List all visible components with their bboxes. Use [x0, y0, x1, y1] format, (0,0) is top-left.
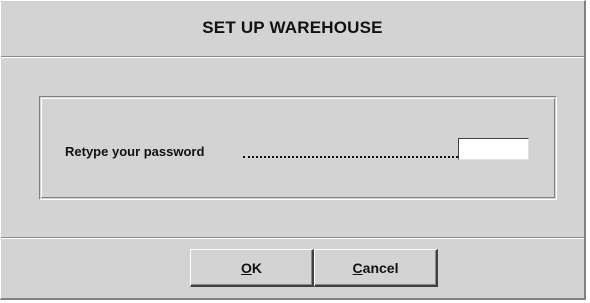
title-divider — [1, 56, 584, 58]
ok-button-label-rest: K — [251, 259, 262, 276]
dotted-leader — [243, 156, 458, 158]
cancel-button-mnemonic: C — [352, 259, 363, 276]
ok-button[interactable]: OK — [190, 249, 314, 287]
cancel-button-label-rest: ancel — [362, 259, 399, 276]
setup-warehouse-dialog: SET UP WAREHOUSE Retype your password OK… — [0, 0, 586, 300]
button-divider — [1, 237, 584, 239]
password-field[interactable] — [458, 138, 529, 160]
retype-password-label: Retype your password — [65, 144, 205, 159]
dialog-title: SET UP WAREHOUSE — [202, 18, 383, 37]
ok-button-mnemonic: O — [240, 259, 252, 276]
cancel-button[interactable]: Cancel — [314, 249, 438, 287]
